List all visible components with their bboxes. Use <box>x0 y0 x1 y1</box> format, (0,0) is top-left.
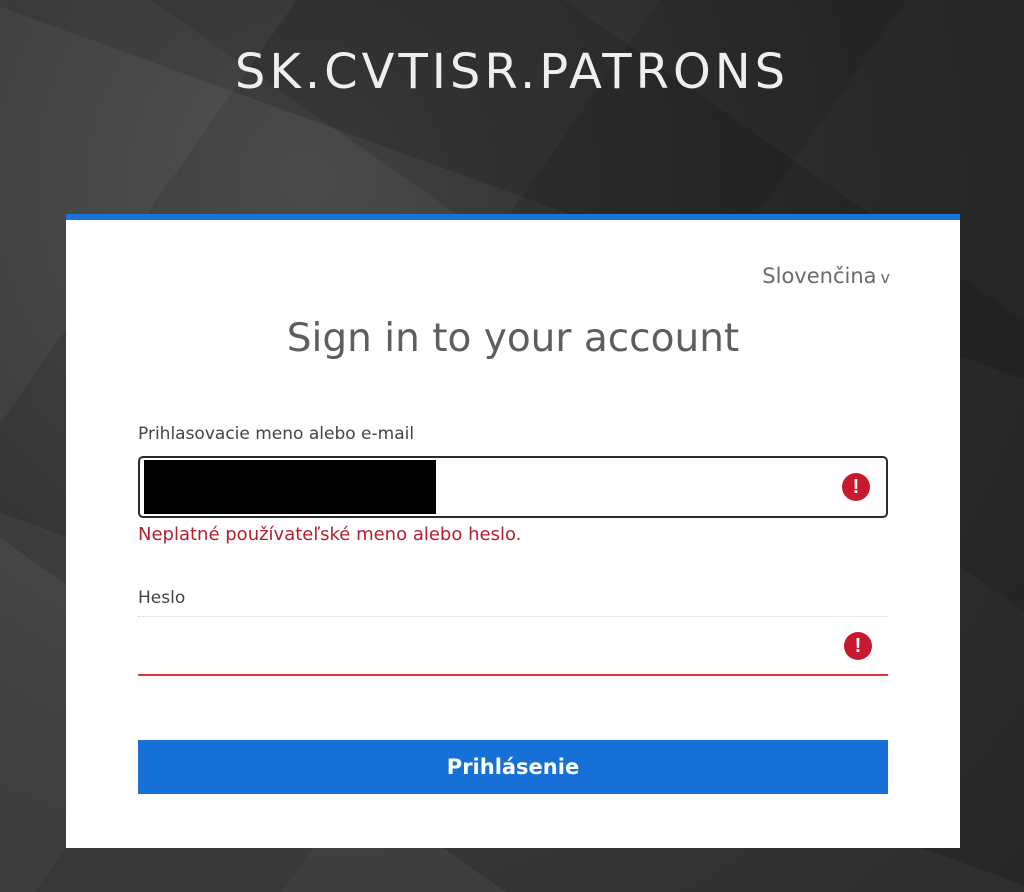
username-error-message: Neplatné používateľské meno alebo heslo. <box>138 524 522 545</box>
login-card: Slovenčina v Sign in to your account Prih… <box>66 214 960 848</box>
app-title: SK.CVTISR.PATRONS <box>234 44 790 100</box>
login-button[interactable]: Prihlásenie <box>138 740 888 794</box>
language-selector[interactable]: Slovenčina v <box>762 264 890 288</box>
exclamation-circle-icon: ! <box>842 473 870 501</box>
username-field[interactable]: ! <box>138 456 888 518</box>
username-input[interactable] <box>440 458 836 516</box>
password-label: Heslo <box>138 588 186 608</box>
password-input[interactable] <box>138 624 838 670</box>
page-title: Sign in to your account <box>286 316 740 361</box>
chevron-down-icon: v <box>880 268 890 287</box>
redaction-block <box>144 460 436 514</box>
language-label: Slovenčina <box>762 264 877 288</box>
password-field[interactable]: ! <box>138 616 888 676</box>
username-label: Prihlasovacie meno alebo e-mail <box>138 424 415 444</box>
exclamation-circle-icon: ! <box>844 632 872 660</box>
